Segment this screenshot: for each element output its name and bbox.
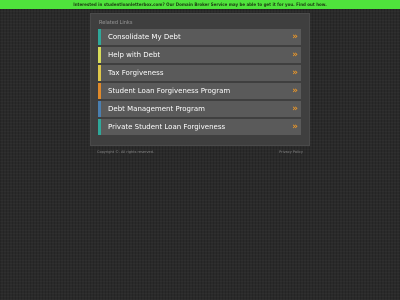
double-chevron-right-icon: » — [292, 50, 298, 60]
double-chevron-right-icon: » — [292, 68, 298, 78]
related-link-student-loan-forgiveness-program[interactable]: Student Loan Forgiveness Program » — [98, 83, 301, 99]
related-link-tax-forgiveness[interactable]: Tax Forgiveness » — [98, 65, 301, 81]
related-link-private-student-loan-forgiveness[interactable]: Private Student Loan Forgiveness » — [98, 119, 301, 135]
related-link-debt-management-program[interactable]: Debt Management Program » — [98, 101, 301, 117]
related-links-panel: Related Links Consolidate My Debt » Help… — [90, 13, 310, 146]
related-link-consolidate-my-debt[interactable]: Consolidate My Debt » — [98, 29, 301, 45]
related-link-label: Debt Management Program — [108, 105, 205, 113]
double-chevron-right-icon: » — [292, 86, 298, 96]
related-links-title: Related Links — [99, 20, 133, 26]
double-chevron-right-icon: » — [292, 32, 298, 42]
privacy-policy-link[interactable]: Privacy Policy — [279, 150, 303, 154]
related-link-label: Tax Forgiveness — [108, 69, 164, 77]
domain-broker-banner[interactable]: Interested in studentloanletterbox.com? … — [0, 0, 400, 9]
related-link-label: Private Student Loan Forgiveness — [108, 123, 226, 131]
double-chevron-right-icon: » — [292, 104, 298, 114]
copyright-text: Copyright ©. All rights reserved. — [97, 150, 155, 154]
related-link-label: Student Loan Forgiveness Program — [108, 87, 231, 95]
related-link-label: Help with Debt — [108, 51, 161, 59]
related-link-label: Consolidate My Debt — [108, 33, 181, 41]
related-link-help-with-debt[interactable]: Help with Debt » — [98, 47, 301, 63]
double-chevron-right-icon: » — [292, 122, 298, 132]
